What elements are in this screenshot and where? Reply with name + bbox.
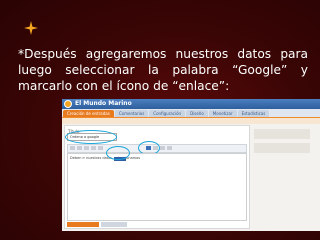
tab-creacion[interactable]: Creación de entradas [63, 110, 114, 117]
blogger-editor-screenshot: El Mundo Marino Creación de entradas Com… [62, 99, 320, 231]
size-button[interactable] [77, 146, 82, 150]
blog-header: El Mundo Marino [62, 99, 320, 109]
tab-estadisticas[interactable]: Estadísticas [237, 110, 270, 117]
color-button[interactable] [98, 146, 103, 150]
tab-configuracion[interactable]: Configuración [149, 110, 186, 117]
publish-button[interactable] [67, 222, 99, 227]
post-body-text: Deben ir nuestras datos, seleccionamos [70, 156, 141, 160]
blogger-logo-icon [64, 100, 72, 108]
tab-diseno[interactable]: Diseño [186, 110, 208, 117]
star-bullet-icon [24, 21, 38, 35]
list-button[interactable] [160, 146, 165, 150]
side-panel [252, 125, 316, 227]
side-gadget [254, 143, 310, 153]
highlight-circle-title [65, 130, 117, 144]
post-editor: Título: Ordena a google Deben ir nuestra… [64, 125, 250, 229]
post-body-editor[interactable]: Deben ir nuestras datos, seleccionamos [67, 153, 247, 221]
editor-tabs: Creación de entradas Comentarios Configu… [62, 109, 320, 118]
highlight-circle-word [106, 146, 130, 160]
side-gadget [254, 129, 310, 139]
presentation-slide: *Después agregaremos nuestros datos para… [0, 0, 320, 240]
image-button[interactable] [167, 146, 172, 150]
font-button[interactable] [70, 146, 75, 150]
sub-nav [62, 118, 320, 124]
tab-comentarios[interactable]: Comentarios [114, 110, 149, 117]
bold-button[interactable] [84, 146, 89, 150]
slide-bullet-text: *Después agregaremos nuestros datos para… [18, 47, 308, 93]
tab-monetizar[interactable]: Monetizar [208, 110, 237, 117]
italic-button[interactable] [91, 146, 96, 150]
blog-name: El Mundo Marino [75, 100, 132, 107]
editor-actions [67, 222, 247, 228]
save-draft-button[interactable] [101, 222, 127, 227]
